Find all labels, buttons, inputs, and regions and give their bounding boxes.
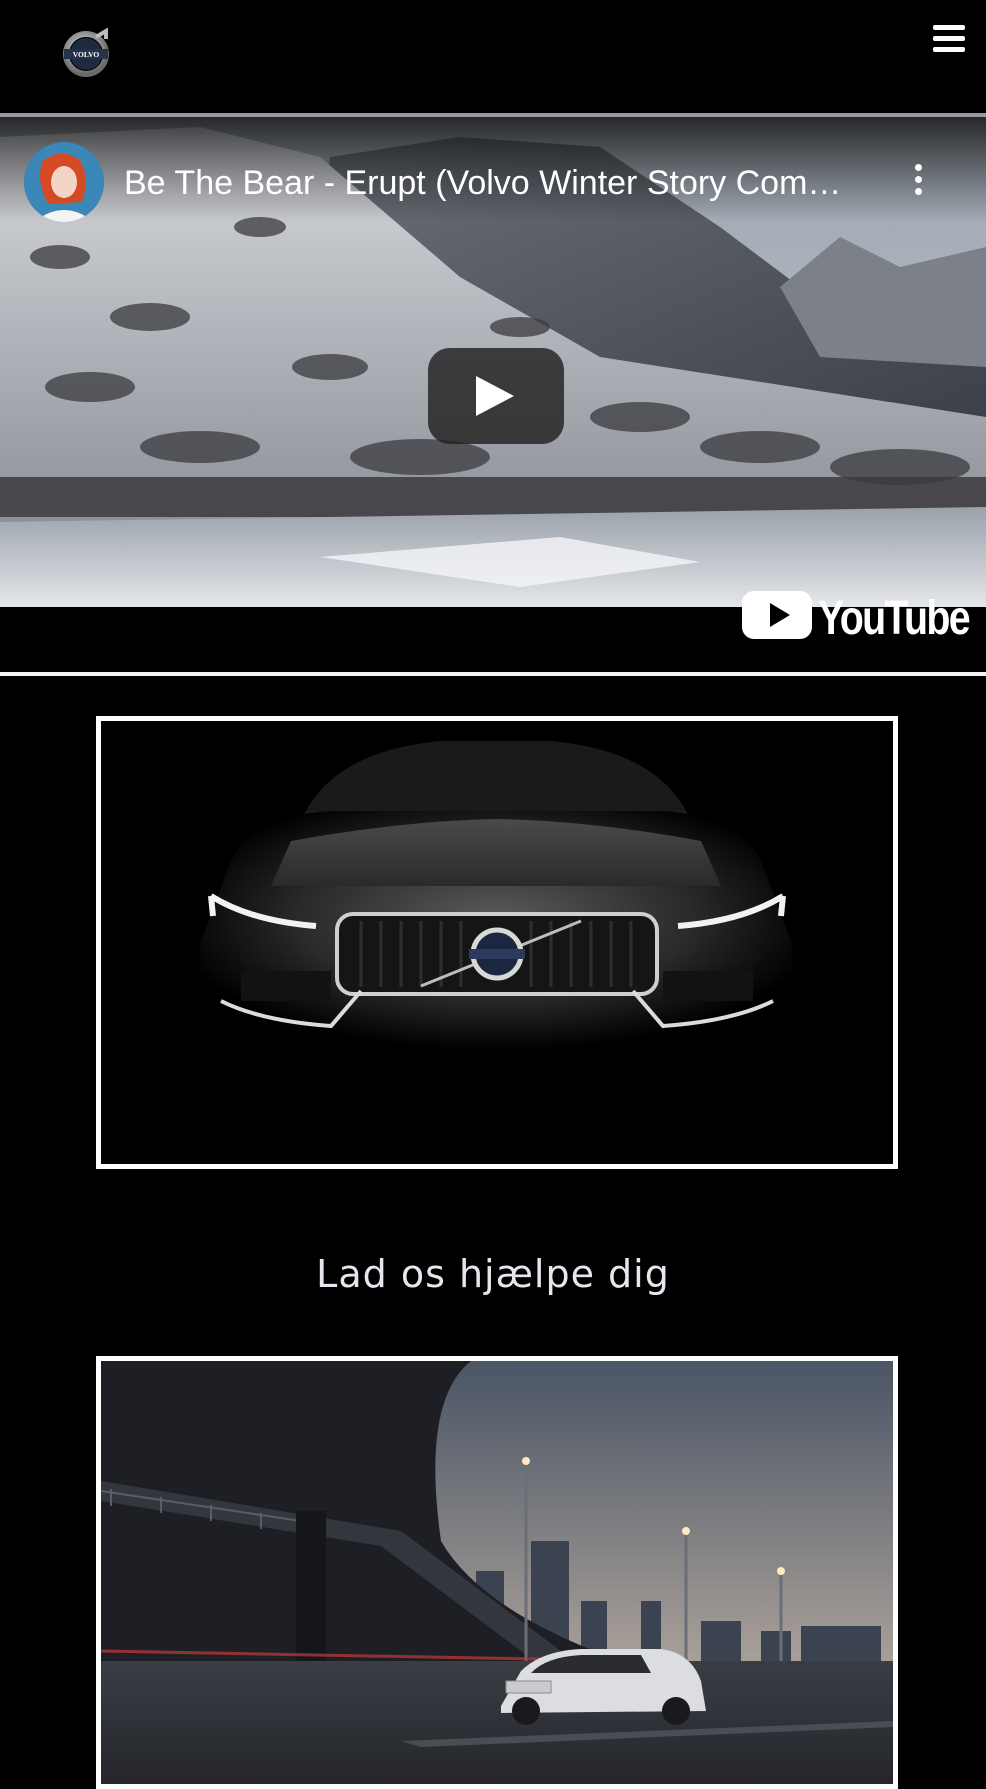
volvo-car-front-image [101, 721, 893, 1164]
section-heading: Lad os hjælpe dig [316, 1252, 670, 1296]
youtube-wordmark: YouTube [818, 592, 971, 645]
volvo-suv-city-image [101, 1361, 893, 1784]
play-icon [476, 376, 514, 416]
video-title[interactable]: Be The Bear - Erupt (Volvo Winter Story … [124, 164, 864, 203]
hamburger-menu-icon[interactable] [933, 25, 965, 55]
logo-wordmark: VOLVO [73, 50, 100, 59]
hero-car-card[interactable] [96, 716, 898, 1169]
more-vertical-icon[interactable] [905, 164, 931, 204]
site-header: VOLVO [0, 0, 986, 113]
youtube-play-icon [742, 591, 812, 639]
youtube-video-embed[interactable]: Be The Bear - Erupt (Volvo Winter Story … [0, 117, 986, 672]
play-button[interactable] [428, 348, 564, 444]
video-divider [0, 672, 986, 676]
volvo-logo-icon[interactable]: VOLVO [62, 27, 112, 77]
channel-avatar[interactable] [24, 142, 104, 222]
youtube-logo[interactable]: YouTube [742, 589, 971, 645]
city-car-card[interactable] [96, 1356, 898, 1789]
